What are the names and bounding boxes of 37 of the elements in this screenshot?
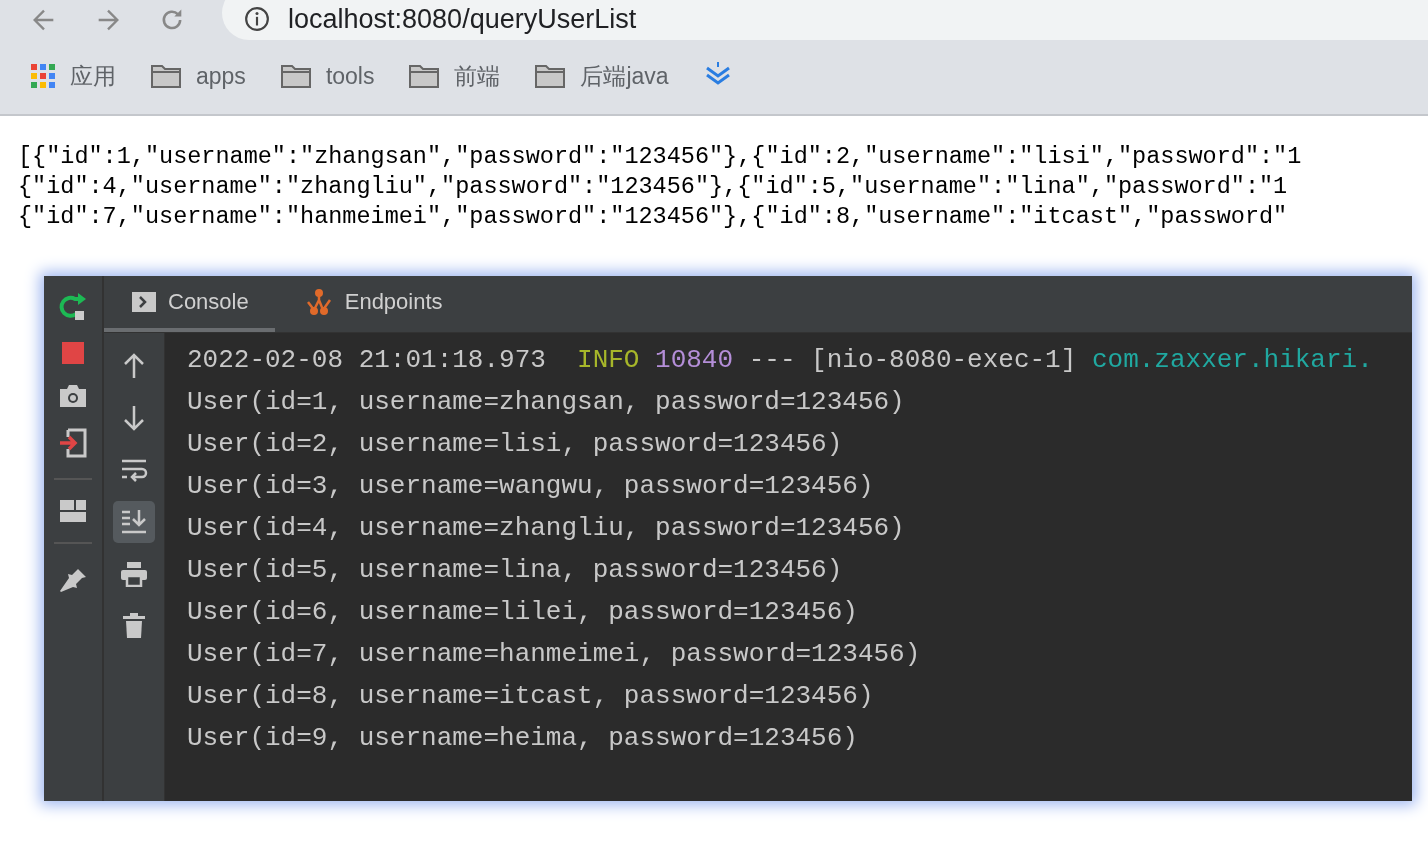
json-response-line: {"id":7,"username":"hanmeimei","password":"123456"},{"id":8,"username":"itcast","password" <box>18 202 1288 232</box>
console-output-line: User(id=4, username=zhangliu, password=123456) <box>187 512 905 545</box>
bookmark-item[interactable]: 前端 <box>408 60 501 92</box>
rerun-icon[interactable] <box>58 292 88 322</box>
scroll-to-end-icon[interactable] <box>113 501 155 543</box>
apps-grid-icon <box>30 63 56 89</box>
console-output-line: User(id=8, username=itcast, password=123456) <box>187 680 874 713</box>
folder-icon <box>150 63 182 89</box>
log-level: INFO <box>577 344 640 377</box>
json-response-line: [{"id":1,"username":"zhangsan","password":"123456"},{"id":2,"username":"lisi","password":"1 <box>18 142 1302 172</box>
process-id: 10840 <box>655 344 734 377</box>
console-output-line: User(id=9, username=heima, password=123456) <box>187 722 858 755</box>
info-icon[interactable] <box>244 6 270 32</box>
logger-name: com.zaxxer.hikari. <box>1091 344 1373 377</box>
bookmark-item[interactable]: 后端java <box>534 60 669 92</box>
console-output-line: User(id=3, username=wangwu, password=123456) <box>187 470 874 503</box>
camera-icon[interactable] <box>59 384 87 408</box>
console-output-line: User(id=1, username=zhangsan, password=123456) <box>187 386 905 419</box>
bookmark-item[interactable]: apps <box>150 62 246 90</box>
log-separator: --- <box>748 344 796 377</box>
bookmark-item[interactable]: tools <box>279 62 375 90</box>
address-bar[interactable]: localhost:8080/queryUserList <box>222 0 1428 40</box>
folder-icon <box>408 63 441 89</box>
bookmark-item[interactable]: 应用 <box>30 60 116 92</box>
log-timestamp: 2022-02-08 21:01:18.973 <box>187 344 546 377</box>
console-output-line: User(id=6, username=lilei, password=123456) <box>187 596 858 629</box>
thread-name: [nio-8080-exec-1] <box>811 344 1077 377</box>
folder-icon <box>534 63 567 89</box>
console-output-line: User(id=7, username=hanmeimei, password=123456) <box>187 638 921 671</box>
exit-icon[interactable] <box>58 428 88 458</box>
layout-icon[interactable] <box>60 500 86 522</box>
json-response-line: {"id":4,"username":"zhangliu","password":"123456"},{"id":5,"username":"lina","password":"1 <box>18 172 1288 202</box>
console-output-line: User(id=5, username=lina, password=123456) <box>187 554 843 587</box>
panel-tab[interactable]: Endpoints <box>274 276 469 332</box>
folder-icon <box>279 63 312 89</box>
console-icon <box>132 292 156 312</box>
console-output-line: User(id=2, username=lisi, password=123456) <box>187 428 843 461</box>
